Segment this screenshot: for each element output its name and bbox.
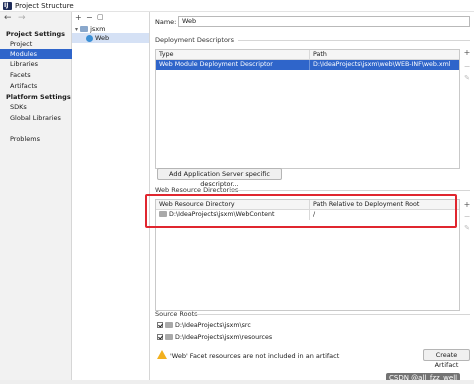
sidebar-item-sdks[interactable]: SDKs [0, 102, 72, 112]
facet-settings-panel: Name: Web Deployment Descriptors Type Pa… [145, 12, 474, 384]
facet-name-input[interactable]: Web [178, 16, 470, 27]
remove-resource-dir-icon[interactable]: − [463, 212, 471, 221]
create-artifact-button[interactable]: Create Artifact [423, 349, 470, 369]
warning-icon [157, 350, 167, 359]
descriptor-type-cell: Web Module Deployment Descriptor [159, 61, 273, 68]
column-header-type[interactable]: Type [156, 50, 308, 60]
platform-settings-header: Platform Settings [6, 93, 71, 101]
folder-icon [165, 334, 173, 340]
source-root-item[interactable]: D:\IdeaProjects\jsxm\resources [157, 333, 272, 343]
warning-message: 'Web' Facet resources are not included i… [170, 352, 340, 360]
sidebar-item-project[interactable]: Project [0, 39, 72, 49]
remove-icon[interactable]: − [86, 13, 93, 22]
add-descriptor-icon[interactable]: + [463, 48, 471, 57]
module-tree-pane: + − ▢ ▾ jsxm Web [72, 12, 150, 380]
sidebar-item-modules[interactable]: Modules [0, 49, 72, 59]
descriptor-path-cell: D:\IdeaProjects\jsxm\web\WEB-INF\web.xml [313, 61, 451, 68]
app-icon: IJ [3, 2, 12, 10]
checkbox-checked[interactable] [157, 322, 163, 328]
deployment-descriptors-title: Deployment Descriptors [155, 36, 234, 44]
add-server-descriptor-button[interactable]: Add Application Server specific descript… [157, 168, 282, 188]
copy-icon[interactable]: ▢ [97, 13, 104, 21]
source-roots-title: Source Roots [155, 310, 198, 318]
add-resource-dir-icon[interactable]: + [463, 200, 471, 209]
tree-node-web[interactable]: Web [72, 33, 149, 43]
highlight-box [145, 194, 457, 228]
sidebar-item-facets[interactable]: Facets [0, 70, 72, 80]
remove-descriptor-icon[interactable]: − [463, 62, 471, 71]
sidebar-item-libraries[interactable]: Libraries [0, 59, 72, 69]
divider [230, 190, 470, 191]
add-icon[interactable]: + [75, 13, 82, 22]
title-bar: IJ Project Structure [0, 0, 474, 12]
back-arrow-icon[interactable]: ← [4, 13, 12, 23]
chevron-down-icon: ▾ [75, 26, 79, 33]
web-facet-icon [86, 34, 93, 42]
folder-icon [165, 322, 173, 328]
name-label: Name: [155, 18, 177, 26]
source-root-item[interactable]: D:\IdeaProjects\jsxm\src [157, 321, 251, 331]
checkbox-checked[interactable] [157, 334, 163, 340]
table-header: Type Path [156, 50, 459, 60]
project-settings-header: Project Settings [6, 30, 65, 38]
sidebar-item-problems[interactable]: Problems [0, 134, 72, 144]
sidebar-item-global-libraries[interactable]: Global Libraries [0, 113, 72, 123]
deployment-descriptors-table: Type Path Web Module Deployment Descript… [155, 49, 460, 169]
settings-sidebar: ← → Project Settings Project Modules Lib… [0, 12, 72, 380]
edit-resource-dir-icon[interactable]: ✎ [463, 224, 471, 232]
column-header-path[interactable]: Path [310, 50, 460, 60]
bottom-bar [0, 380, 474, 384]
forward-arrow-icon[interactable]: → [18, 13, 26, 23]
window-title: Project Structure [15, 2, 74, 10]
web-resource-dirs-title: Web Resource Directories [155, 186, 239, 194]
divider [194, 314, 470, 315]
folder-icon [80, 26, 89, 32]
table-row[interactable]: Web Module Deployment Descriptor D:\Idea… [156, 60, 459, 70]
divider [238, 40, 470, 41]
edit-descriptor-icon[interactable]: ✎ [463, 74, 471, 82]
sidebar-item-artifacts[interactable]: Artifacts [0, 81, 72, 91]
